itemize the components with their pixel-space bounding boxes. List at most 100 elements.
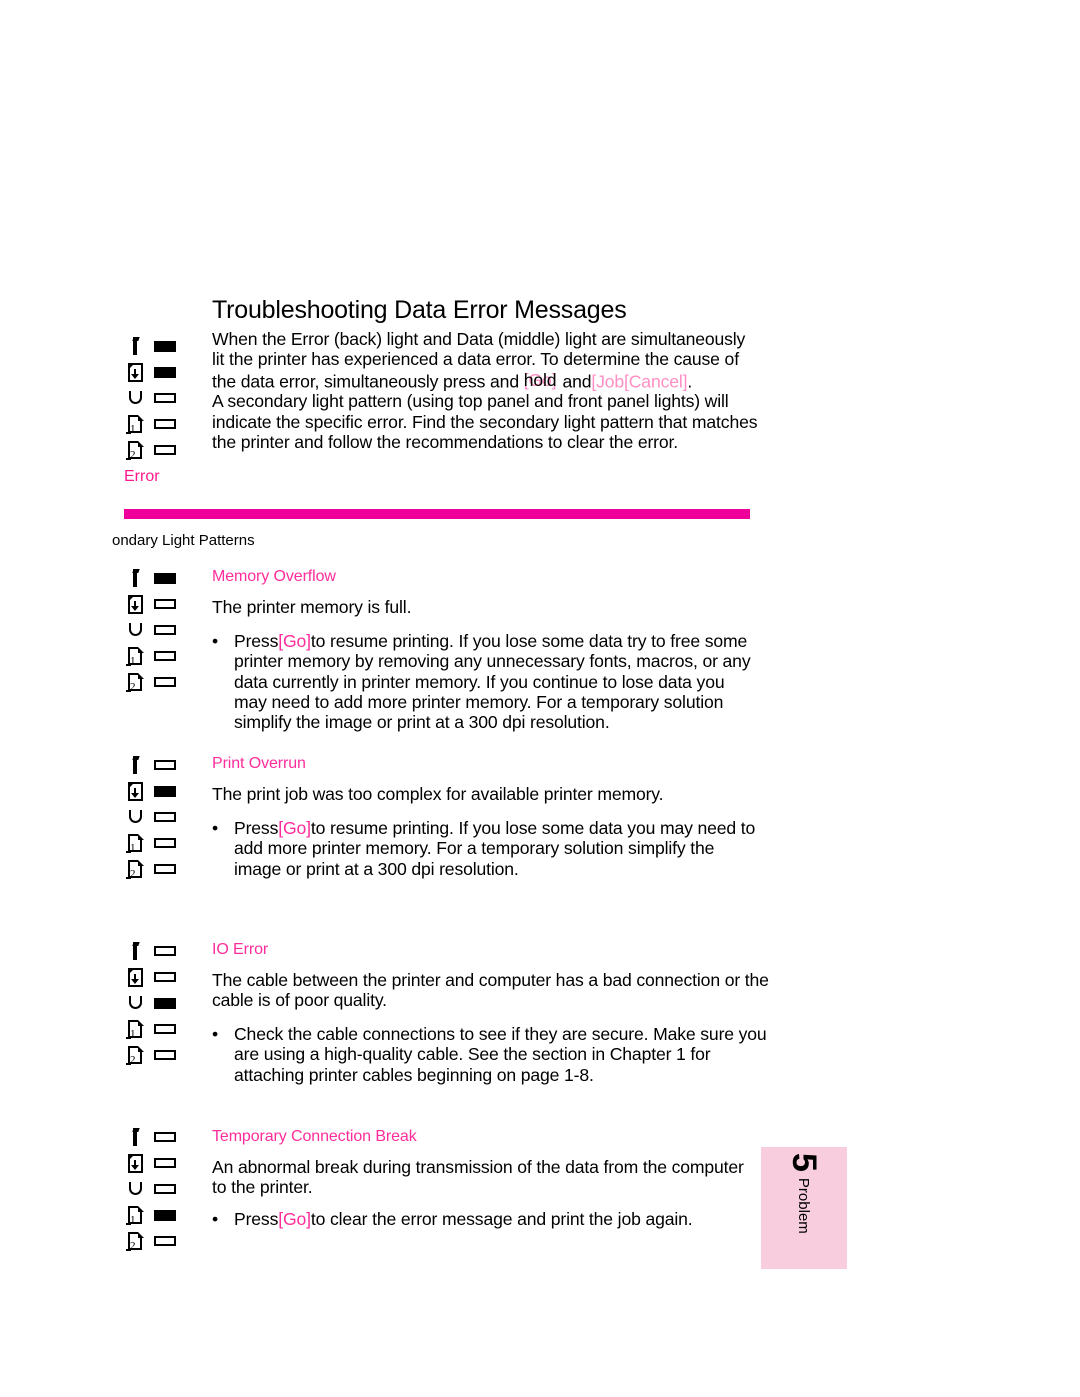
- tray-1-page-icon: 1: [124, 412, 148, 436]
- bullet-rest-1: to resume printing. If you lose some dat…: [310, 631, 748, 651]
- tray-2-page-icon: 2: [124, 438, 148, 462]
- section-heading-print-overrun: Print Overrun: [212, 755, 306, 772]
- light-row: [124, 333, 186, 359]
- light-pattern-memory-overflow: 12: [124, 565, 186, 695]
- bullet-rest-5: simplify the image or print at a 300 dpi…: [234, 712, 610, 733]
- light-row: 1: [124, 1016, 186, 1042]
- bullet-rest-2: are using a high-quality cable. See the …: [234, 1044, 711, 1065]
- hold-word-over: hold: [523, 369, 557, 390]
- light-row: [124, 617, 186, 643]
- drum-u-icon: [124, 618, 148, 642]
- light-row: [124, 964, 186, 990]
- lamp-indicator-on: [154, 997, 176, 1009]
- go-keycap: [Go]: [278, 818, 311, 838]
- lamp-indicator-off: [154, 651, 176, 661]
- lamp-indicator-off: [154, 419, 176, 429]
- toner-bar-icon: [124, 1125, 148, 1149]
- lamp-indicator-off: [154, 677, 176, 687]
- press-word: Press: [234, 631, 279, 651]
- light-row: [124, 385, 186, 411]
- light-row: [124, 1150, 186, 1176]
- document-page: Troubleshooting Data Error Messages 12 E…: [0, 0, 1080, 1397]
- light-row: [124, 938, 186, 964]
- tcb-body-line-2: to the printer.: [212, 1177, 313, 1198]
- lamp-indicator-off: [154, 864, 176, 874]
- bullet-dot-icon: •: [212, 631, 219, 651]
- drum-u-icon: [124, 991, 148, 1015]
- lamp-indicator-off: [154, 1024, 176, 1034]
- light-row: 2: [124, 1228, 186, 1254]
- tcb-body-line-1: An abnormal break during transmission of…: [212, 1157, 744, 1177]
- light-row: 2: [124, 1042, 186, 1068]
- light-row: 1: [124, 411, 186, 437]
- lamp-indicator-off: [154, 760, 176, 770]
- intro-line-6: the printer and follow the recommendatio…: [212, 432, 678, 453]
- toner-bar-icon: [124, 753, 148, 777]
- section-heading-io-error: IO Error: [212, 941, 269, 958]
- bullet-dot-icon: •: [212, 1024, 219, 1044]
- lamp-indicator-off: [154, 838, 176, 848]
- job-cancel-keycap: [Job[Cancel]: [591, 371, 688, 392]
- bullet-rest-1: to resume printing. If you lose some dat…: [310, 818, 756, 838]
- hold-go-overlap: [Go] hold: [523, 369, 558, 390]
- bullet-dot-icon: •: [212, 818, 219, 838]
- paper-feed-icon: [124, 592, 148, 616]
- toner-bar-icon: [124, 939, 148, 963]
- intro-line-3b: and: [557, 371, 592, 392]
- chapter-label: Problem: [795, 1177, 813, 1234]
- lamp-indicator-off: [154, 1236, 176, 1246]
- lamp-indicator-off: [154, 599, 176, 609]
- lamp-indicator-off: [154, 972, 176, 982]
- light-row: 1: [124, 830, 186, 856]
- bullet-rest-3: data currently in printer memory. If you…: [234, 671, 725, 692]
- section-body-print-overrun: The print job was too complex for availa…: [212, 784, 664, 804]
- toner-bar-icon: [124, 334, 148, 358]
- go-keycap: [Go]: [278, 1209, 311, 1229]
- section-body-io-error: The cable between the printer and comput…: [212, 970, 872, 1011]
- lamp-indicator-on: [154, 1209, 176, 1221]
- bullet-rest-4: may need to add more printer memory. For…: [234, 691, 724, 712]
- light-pattern-temporary-connection-break: 12: [124, 1124, 186, 1254]
- bullet-rest-3: image or print at a 300 dpi resolution.: [234, 858, 519, 879]
- tray-1-page-icon: 1: [124, 831, 148, 855]
- tray-1-page-icon: 1: [124, 644, 148, 668]
- bullet-rest-1: to clear the error message and print the…: [310, 1209, 693, 1229]
- lamp-indicator-off: [154, 1184, 176, 1194]
- section-heading-temporary-connection-break: Temporary Connection Break: [212, 1128, 417, 1145]
- light-row: 2: [124, 437, 186, 463]
- light-row: 2: [124, 669, 186, 695]
- page-title: Troubleshooting Data Error Messages: [212, 296, 627, 324]
- lamp-indicator-off: [154, 625, 176, 635]
- drum-u-icon: [124, 386, 148, 410]
- lamp-indicator-off: [154, 812, 176, 822]
- light-row: [124, 778, 186, 804]
- section-body-memory-overflow: The printer memory is full.: [212, 597, 412, 617]
- lamp-indicator-on: [154, 785, 176, 797]
- bullet-print-overrun: • Press[Go]to resume printing. If you lo…: [212, 818, 812, 879]
- press-word: Press: [234, 818, 279, 838]
- section-heading-memory-overflow: Memory Overflow: [212, 568, 336, 585]
- lamp-indicator-off: [154, 1050, 176, 1060]
- intro-line-2: lit the printer has experienced a data e…: [212, 349, 739, 370]
- light-row: [124, 752, 186, 778]
- lamp-indicator-off: [154, 393, 176, 403]
- intro-line-1: When the Error (back) light and Data (mi…: [212, 329, 746, 349]
- paper-feed-icon: [124, 1151, 148, 1175]
- light-pattern-intro: 12: [124, 333, 186, 463]
- light-row: 2: [124, 856, 186, 882]
- error-caption: Error: [124, 468, 160, 485]
- light-row: [124, 565, 186, 591]
- tray-2-page-icon: 2: [124, 670, 148, 694]
- paper-feed-icon: [124, 965, 148, 989]
- tray-2-page-icon: 2: [124, 1043, 148, 1067]
- bullet-rest-2: add more printer memory. For a temporary…: [234, 838, 715, 859]
- intro-line-4: A secondary light pattern (using top pan…: [212, 391, 729, 412]
- paper-feed-icon: [124, 779, 148, 803]
- bullet-rest-1: Check the cable connections to see if th…: [234, 1024, 767, 1044]
- tray-1-page-icon: 1: [124, 1203, 148, 1227]
- press-word: Press: [234, 1209, 279, 1229]
- light-pattern-io-error: 12: [124, 938, 186, 1068]
- bullet-temporary-connection-break: • Press[Go]to clear the error message an…: [212, 1209, 812, 1229]
- bullet-io-error: • Check the cable connections to see if …: [212, 1024, 832, 1085]
- lamp-indicator-off: [154, 1158, 176, 1168]
